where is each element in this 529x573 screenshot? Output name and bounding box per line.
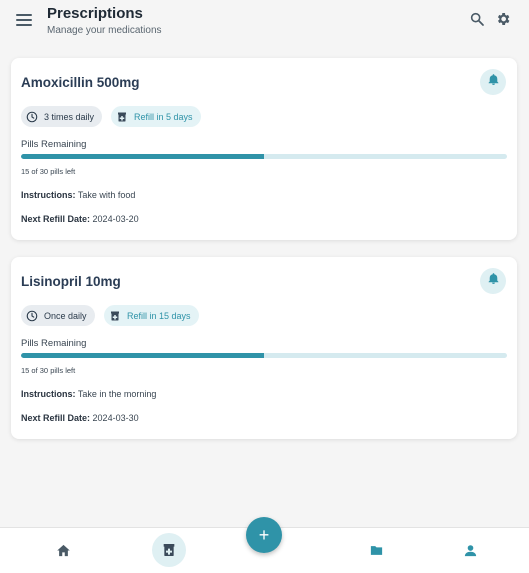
refill-date-line: Next Refill Date: 2024-03-30 bbox=[21, 413, 139, 423]
medication-name: Lisinopril 10mg bbox=[21, 274, 121, 289]
frequency-chip: Once daily bbox=[21, 305, 95, 326]
refill-text: Refill in 5 days bbox=[134, 111, 193, 122]
reminder-button[interactable] bbox=[480, 268, 506, 294]
clock-icon bbox=[26, 111, 38, 123]
bell-icon bbox=[487, 73, 500, 91]
instructions-line: Instructions: Take with food bbox=[21, 190, 135, 200]
refill-date-value: 2024-03-20 bbox=[92, 214, 139, 224]
instructions-value: Take in the morning bbox=[77, 389, 157, 399]
folder-icon[interactable] bbox=[368, 542, 384, 558]
refill-chip: Refill in 5 days bbox=[111, 106, 201, 127]
profile-icon[interactable] bbox=[462, 542, 478, 558]
instructions-label: Instructions: bbox=[21, 190, 76, 200]
reminder-button[interactable] bbox=[480, 69, 506, 95]
instructions-value: Take with food bbox=[77, 190, 136, 200]
pills-remaining-label: Pills Remaining bbox=[21, 139, 87, 150]
prescription-bottle-icon bbox=[116, 111, 128, 123]
pills-progress-fill bbox=[21, 353, 264, 358]
prescription-bottle-icon bbox=[109, 310, 121, 322]
pills-remaining-label: Pills Remaining bbox=[21, 338, 87, 349]
frequency-chip: 3 times daily bbox=[21, 106, 103, 127]
refill-chip: Refill in 15 days bbox=[104, 305, 199, 326]
refill-date-label: Next Refill Date: bbox=[21, 413, 91, 423]
menu-icon[interactable] bbox=[16, 12, 32, 28]
frequency-text: Once daily bbox=[44, 310, 87, 321]
instructions-line: Instructions: Take in the morning bbox=[21, 389, 156, 399]
app-header: Prescriptions Manage your medications bbox=[0, 0, 529, 48]
medication-name: Amoxicillin 500mg bbox=[21, 75, 140, 90]
refill-date-value: 2024-03-30 bbox=[92, 413, 139, 423]
prescriptions-app: Prescriptions Manage your medications Am… bbox=[0, 0, 529, 573]
pills-progress-bar bbox=[21, 353, 507, 358]
pills-progress-fill bbox=[21, 154, 264, 159]
page-title: Prescriptions bbox=[47, 5, 143, 22]
frequency-text: 3 times daily bbox=[44, 111, 95, 122]
search-icon[interactable] bbox=[469, 11, 485, 27]
medication-card[interactable]: Lisinopril 10mg Once daily Refill in 15 … bbox=[11, 257, 517, 439]
refill-text: Refill in 15 days bbox=[127, 310, 191, 321]
medication-card[interactable]: Amoxicillin 500mg 3 times daily Refill i… bbox=[11, 58, 517, 240]
page-subtitle: Manage your medications bbox=[47, 25, 162, 36]
pills-count: 15 of 30 pills left bbox=[21, 167, 76, 176]
home-icon[interactable] bbox=[55, 542, 71, 558]
refill-date-line: Next Refill Date: 2024-03-20 bbox=[21, 214, 139, 224]
add-icon: + bbox=[258, 525, 270, 545]
refill-date-label: Next Refill Date: bbox=[21, 214, 91, 224]
clock-icon bbox=[26, 310, 38, 322]
pills-progress-bar bbox=[21, 154, 507, 159]
gear-icon[interactable] bbox=[495, 11, 511, 27]
pills-count: 15 of 30 pills left bbox=[21, 366, 76, 375]
add-medication-button[interactable]: + bbox=[246, 517, 282, 553]
bell-icon bbox=[487, 272, 500, 290]
prescription-icon[interactable] bbox=[152, 533, 186, 567]
instructions-label: Instructions: bbox=[21, 389, 76, 399]
